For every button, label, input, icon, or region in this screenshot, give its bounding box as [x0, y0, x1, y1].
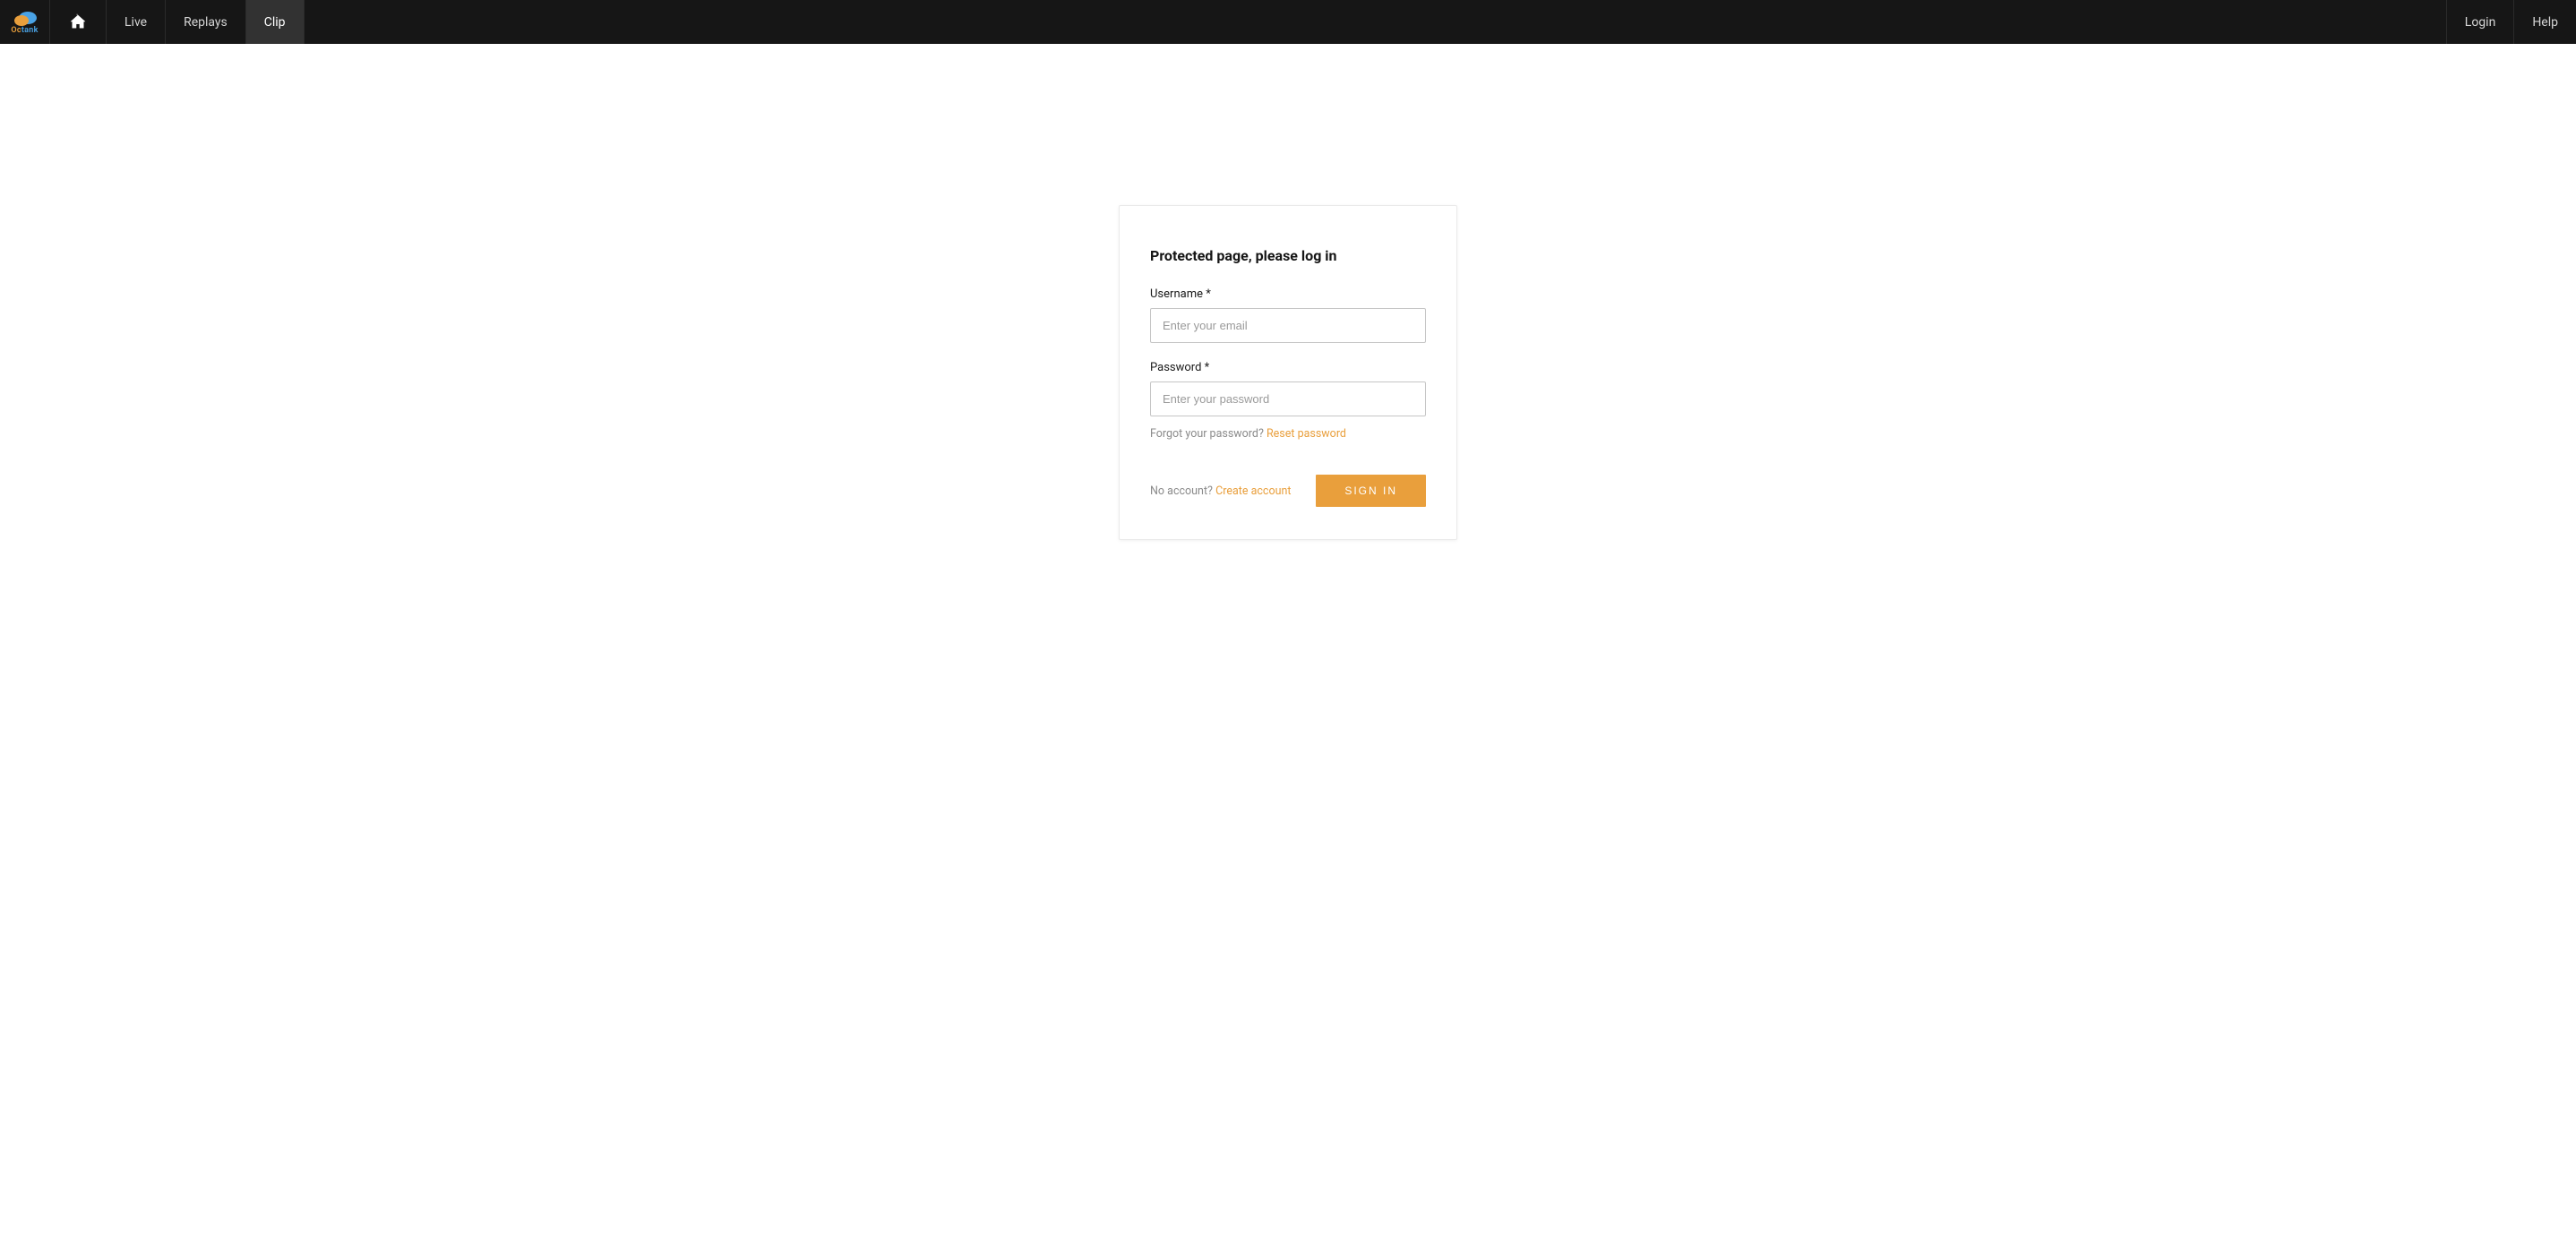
nav-right: Login Help [2446, 0, 2576, 44]
navbar: Octank Live Replays Clip Login Help [0, 0, 2576, 44]
nav-login[interactable]: Login [2446, 0, 2514, 44]
nav-home[interactable] [50, 0, 107, 44]
password-label: Password * [1150, 361, 1426, 374]
nav-help-label: Help [2532, 15, 2558, 30]
nav-help[interactable]: Help [2513, 0, 2576, 44]
login-card: Protected page, please log in Username *… [1119, 205, 1457, 540]
nav-spacer [305, 0, 2446, 44]
brand-text-tank: tank [21, 26, 39, 35]
brand-text: Octank [11, 26, 38, 35]
login-title: Protected page, please log in [1150, 247, 1426, 264]
no-account-text: No account? [1150, 484, 1215, 498]
no-account-hint: No account? Create account [1150, 484, 1291, 498]
brand-logo[interactable]: Octank [0, 0, 50, 44]
login-footer: No account? Create account SIGN IN [1150, 475, 1426, 507]
nav-live[interactable]: Live [107, 0, 166, 44]
username-input[interactable] [1150, 308, 1426, 343]
nav-login-label: Login [2465, 15, 2496, 30]
forgot-password-text: Forgot your password? [1150, 427, 1267, 441]
forgot-password-hint: Forgot your password? Reset password [1150, 427, 1426, 441]
home-icon [68, 13, 88, 32]
reset-password-link[interactable]: Reset password [1267, 427, 1346, 441]
sign-in-button[interactable]: SIGN IN [1316, 475, 1426, 507]
nav-left: Octank Live Replays Clip [0, 0, 305, 44]
brand-text-oc: Oc [11, 26, 21, 35]
nav-live-label: Live [125, 15, 147, 30]
username-label: Username * [1150, 287, 1426, 301]
nav-replays[interactable]: Replays [166, 0, 246, 44]
create-account-link[interactable]: Create account [1215, 484, 1291, 498]
nav-clip[interactable]: Clip [246, 0, 305, 44]
nav-replays-label: Replays [184, 15, 228, 30]
page: Protected page, please log in Username *… [0, 44, 2576, 540]
password-input[interactable] [1150, 381, 1426, 416]
nav-clip-label: Clip [264, 15, 286, 30]
